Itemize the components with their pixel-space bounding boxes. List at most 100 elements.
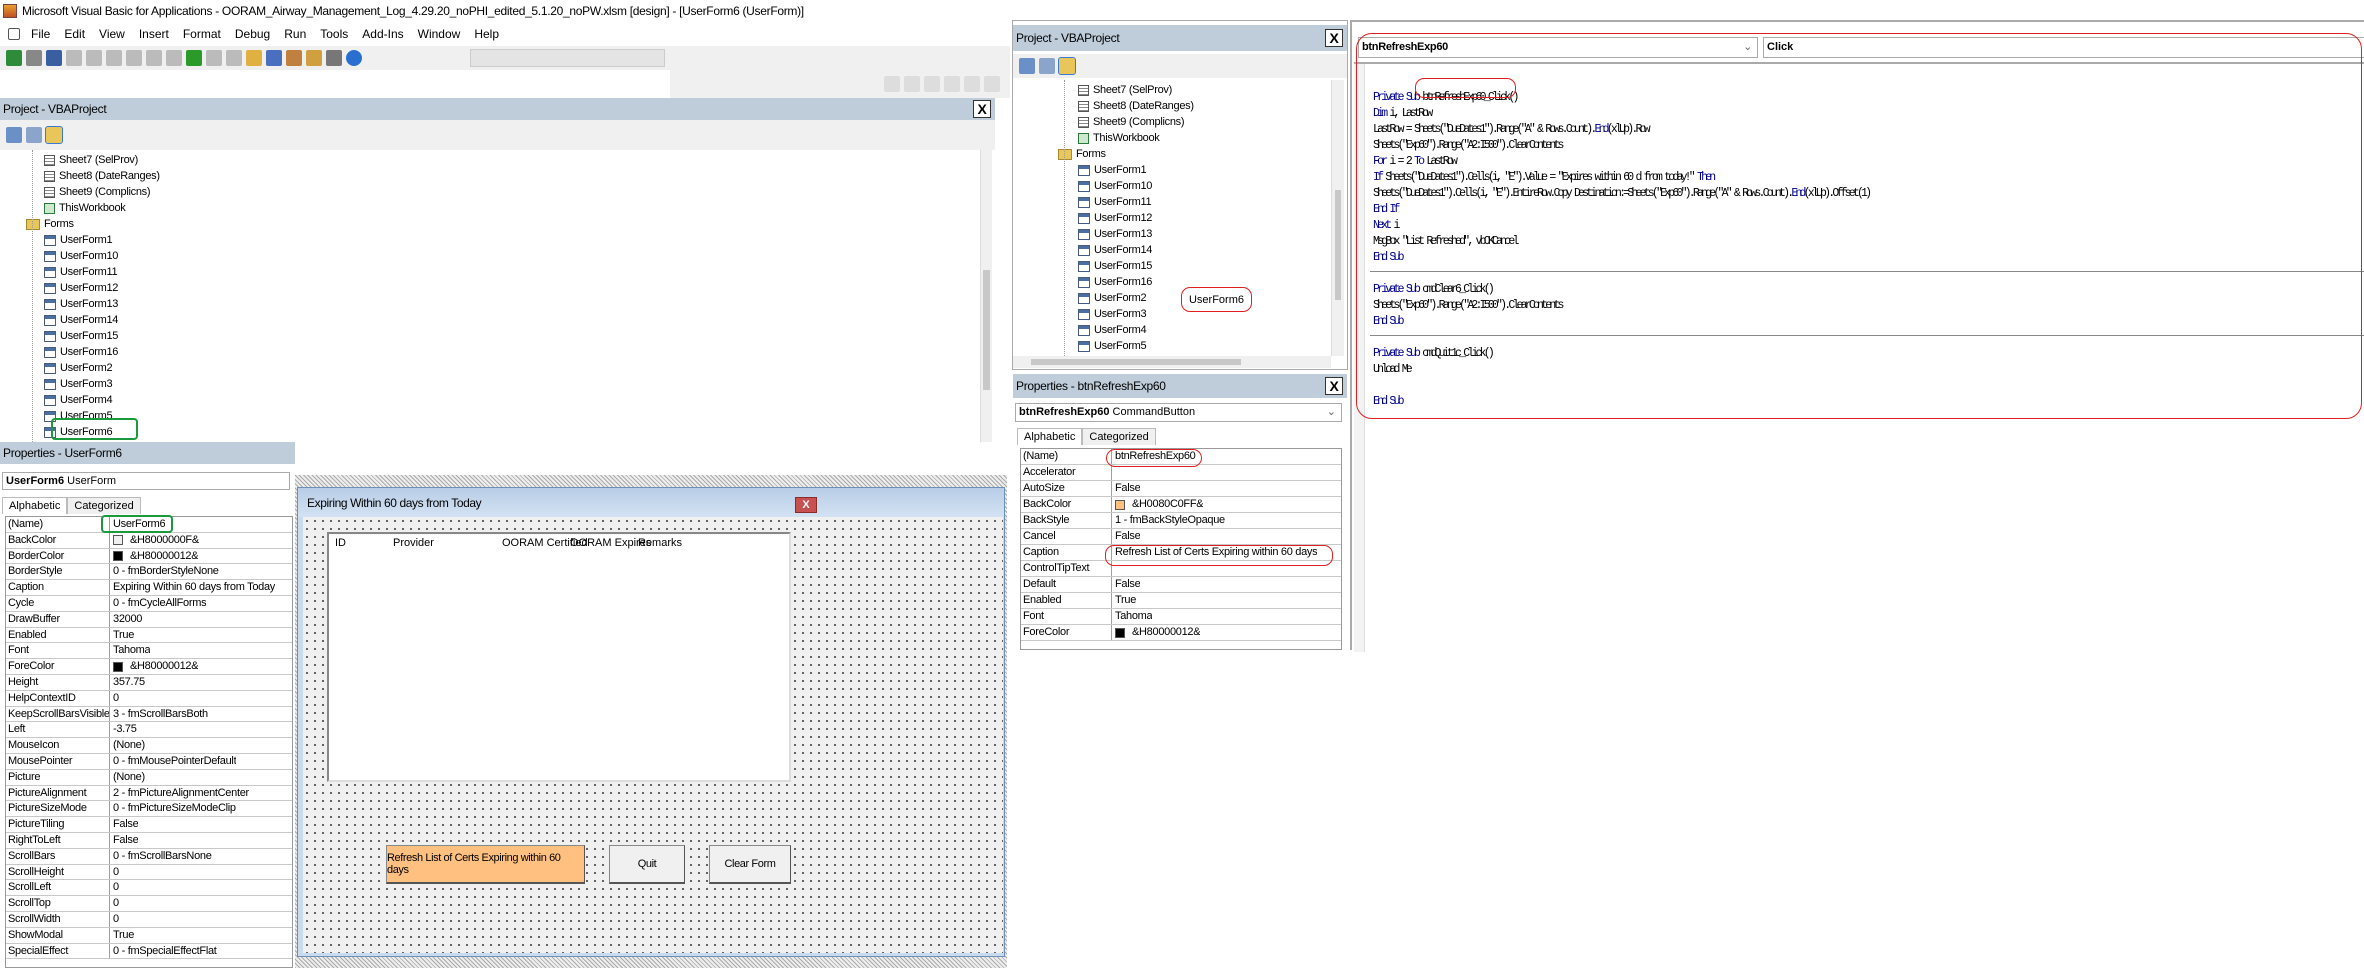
menu-help[interactable]: Help xyxy=(467,27,506,41)
property-value[interactable]: -3.75 xyxy=(110,722,137,737)
menu-insert[interactable]: Insert xyxy=(132,27,176,41)
toggle-folders-icon[interactable] xyxy=(45,126,63,144)
property-row-cancel[interactable]: Cancel False xyxy=(1021,529,1341,545)
menu-file[interactable]: File xyxy=(24,27,57,41)
property-value[interactable]: Expiring Within 60 days from Today xyxy=(110,580,275,595)
cut-icon[interactable] xyxy=(66,50,82,66)
property-value[interactable]: True xyxy=(110,928,134,943)
tree-item-forms[interactable]: Forms xyxy=(1058,146,1106,162)
tree-item-userform1[interactable]: UserForm1 xyxy=(1078,162,1147,178)
property-row-mousepointer[interactable]: MousePointer 0 - fmMousePointerDefault xyxy=(6,754,292,770)
property-value[interactable]: 0 - fmSpecialEffectFlat xyxy=(110,944,217,959)
property-row-font[interactable]: Font Tahoma xyxy=(1021,609,1341,625)
tree-item-userform3[interactable]: UserForm3 xyxy=(44,376,113,392)
property-value[interactable]: 0 xyxy=(110,880,119,895)
property-value[interactable]: 357.75 xyxy=(110,675,145,690)
property-value[interactable]: False xyxy=(1112,529,1140,544)
property-row-picturesizemode[interactable]: PictureSizeMode 0 - fmPictureSizeModeClip xyxy=(6,801,292,818)
tree-item-sheet9-complicns[interactable]: Sheet9 (Complicns) xyxy=(44,184,151,200)
property-row-forecolor[interactable]: ForeColor &H80000012& xyxy=(6,659,292,675)
find-icon[interactable] xyxy=(126,50,142,66)
property-row-cycle[interactable]: Cycle 0 - fmCycleAllForms xyxy=(6,596,292,612)
redo-icon[interactable] xyxy=(166,50,182,66)
save-icon[interactable] xyxy=(46,50,62,66)
design-mode-icon[interactable] xyxy=(246,50,262,66)
property-row-scrolltop[interactable]: ScrollTop 0 xyxy=(6,896,292,912)
tree-item-forms[interactable]: Forms xyxy=(26,216,74,232)
property-value[interactable]: 2 - fmPictureAlignmentCenter xyxy=(110,786,249,801)
indent-icon[interactable] xyxy=(904,76,920,92)
tree-item-userform2[interactable]: UserForm2 xyxy=(44,360,113,376)
tree-item-thisworkbook[interactable]: ThisWorkbook xyxy=(44,200,126,216)
property-row-picture[interactable]: Picture (None) xyxy=(6,769,292,786)
menu-view[interactable]: View xyxy=(92,27,132,41)
object-browser-icon[interactable] xyxy=(306,50,322,66)
property-value[interactable]: 0 xyxy=(110,896,119,911)
properties-icon[interactable] xyxy=(286,50,302,66)
clear-form-button[interactable]: Clear Form xyxy=(709,845,791,884)
property-value[interactable]: (None) xyxy=(110,770,145,785)
property-value[interactable]: &H80000012& xyxy=(110,659,198,674)
property-row-enabled[interactable]: Enabled True xyxy=(1021,593,1341,609)
tree-item-userform15[interactable]: UserForm15 xyxy=(44,328,118,344)
property-row-helpcontextid[interactable]: HelpContextID 0 xyxy=(6,690,292,707)
refresh-list-button[interactable]: Refresh List of Certs Expiring within 60… xyxy=(386,845,585,884)
property-row-backstyle[interactable]: BackStyle 1 - fmBackStyleOpaque xyxy=(1021,513,1341,529)
property-row-autosize[interactable]: AutoSize False xyxy=(1021,481,1341,497)
tree-item-userform12[interactable]: UserForm12 xyxy=(1078,210,1152,226)
tree-item-userform1[interactable]: UserForm1 xyxy=(44,232,113,248)
property-value[interactable]: False xyxy=(1112,577,1140,592)
tree-item-userform13[interactable]: UserForm13 xyxy=(44,296,118,312)
menu-edit[interactable]: Edit xyxy=(57,27,92,41)
property-value[interactable]: True xyxy=(110,628,134,643)
property-row-scrollleft[interactable]: ScrollLeft 0 xyxy=(6,880,292,897)
tree-item-userform5[interactable]: UserForm5 xyxy=(1078,338,1147,354)
property-row-keepscrollbarsvisible[interactable]: KeepScrollBarsVisible 3 - fmScrollBarsBot… xyxy=(6,706,292,723)
tree-item-userform3[interactable]: UserForm3 xyxy=(1078,306,1147,322)
quit-button[interactable]: Quit xyxy=(609,845,685,884)
property-row-enabled[interactable]: Enabled True xyxy=(6,627,292,644)
property-value[interactable]: False xyxy=(1112,481,1140,496)
project-tree-right-vscroll[interactable] xyxy=(1331,80,1344,356)
tree-item-sheet7-selprov[interactable]: Sheet7 (SelProv) xyxy=(1078,82,1172,98)
tree-item-userform11[interactable]: UserForm11 xyxy=(44,264,118,280)
menu-window[interactable]: Window xyxy=(411,27,468,41)
project-tree-scrollbar[interactable] xyxy=(980,150,992,442)
property-value[interactable]: True xyxy=(1112,593,1136,608)
break-icon[interactable] xyxy=(206,50,222,66)
paste-icon[interactable] xyxy=(106,50,122,66)
reset-icon[interactable] xyxy=(226,50,242,66)
property-value[interactable]: Tahoma xyxy=(1112,609,1152,624)
property-value[interactable]: 0 - fmMousePointerDefault xyxy=(110,754,236,769)
tree-item-sheet9-complicns[interactable]: Sheet9 (Complicns) xyxy=(1078,114,1185,130)
tree-item-userform2[interactable]: UserForm2 xyxy=(1078,290,1147,306)
tree-item-userform16[interactable]: UserForm16 xyxy=(44,344,118,360)
property-row-caption[interactable]: Caption Expiring Within 60 days from Toda… xyxy=(6,580,292,596)
undo-icon[interactable] xyxy=(146,50,162,66)
property-row-specialeffect[interactable]: SpecialEffect 0 - fmSpecialEffectFlat xyxy=(6,943,292,960)
property-row-left[interactable]: Left -3.75 xyxy=(6,722,292,739)
property-row-righttoleft[interactable]: RightToLeft False xyxy=(6,833,292,849)
property-row-borderstyle[interactable]: BorderStyle 0 - fmBorderStyleNone xyxy=(6,564,292,581)
property-row-forecolor[interactable]: ForeColor &H80000012& xyxy=(1021,625,1341,641)
userform-close-button[interactable]: X xyxy=(795,497,817,513)
property-row-font[interactable]: Font Tahoma xyxy=(6,643,292,660)
property-value[interactable]: &H80000012& xyxy=(1112,625,1200,640)
menu-tools[interactable]: Tools xyxy=(313,27,355,41)
help-icon[interactable] xyxy=(346,50,362,66)
tree-item-sheet7-selprov[interactable]: Sheet7 (SelProv) xyxy=(44,152,138,168)
bookmark-icon[interactable] xyxy=(984,76,1000,92)
toolbar-combo[interactable] xyxy=(470,49,665,67)
tree-item-userform12[interactable]: UserForm12 xyxy=(44,280,118,296)
view-object-icon[interactable] xyxy=(26,127,42,143)
property-value[interactable]: &H80000012& xyxy=(110,549,198,564)
property-value[interactable]: 0 xyxy=(110,691,119,706)
property-row-scrollbars[interactable]: ScrollBars 0 - fmScrollBarsNone xyxy=(6,848,292,865)
view-code-icon[interactable] xyxy=(1019,58,1035,74)
property-row-backcolor[interactable]: BackColor &H8000000F& xyxy=(6,532,292,549)
property-value[interactable]: 0 - fmCycleAllForms xyxy=(110,596,206,611)
property-value[interactable]: 0 xyxy=(110,865,119,880)
outdent-icon[interactable] xyxy=(924,76,940,92)
property-row-scrollheight[interactable]: ScrollHeight 0 xyxy=(6,864,292,881)
results-listbox[interactable]: ID Provider OORAM Certified OORAM Expire… xyxy=(327,532,791,782)
